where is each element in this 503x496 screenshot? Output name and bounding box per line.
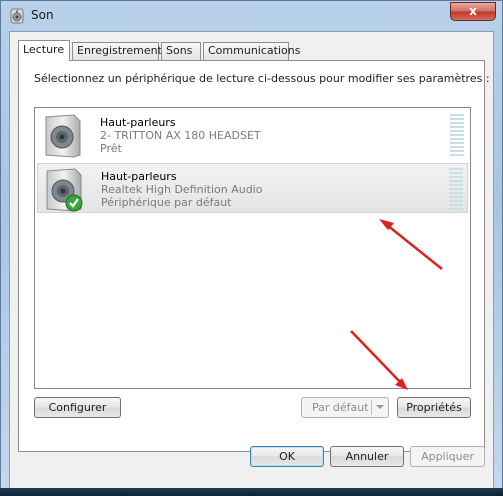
list-item[interactable]: Haut-parleurs 2- TRITTON AX 180 HEADSET … bbox=[37, 110, 468, 160]
close-icon: x bbox=[469, 4, 477, 18]
level-meter bbox=[450, 114, 464, 156]
apply-button: Appliquer bbox=[410, 446, 485, 467]
device-status: Prêt bbox=[100, 142, 122, 155]
device-name: Haut-parleurs bbox=[101, 170, 177, 183]
configure-button[interactable]: Configurer bbox=[34, 397, 121, 418]
set-default-button: Par défaut bbox=[301, 397, 389, 418]
tab-communications[interactable]: Communications bbox=[203, 42, 300, 60]
close-button[interactable]: x bbox=[450, 2, 496, 21]
tab-lecture[interactable]: Lecture bbox=[18, 40, 70, 61]
set-default-label: Par défaut bbox=[312, 401, 369, 414]
window-title: Son bbox=[31, 8, 54, 22]
list-item[interactable]: Haut-parleurs Realtek High Definition Au… bbox=[37, 163, 468, 213]
taskbar bbox=[0, 488, 503, 496]
device-status: Périphérique par défaut bbox=[101, 196, 232, 209]
sound-dialog: Son x Lecture Enregistrement Sons Commun… bbox=[0, 0, 503, 496]
tab-panel-lecture: Sélectionnez un périphérique de lecture … bbox=[18, 60, 490, 452]
tab-sons[interactable]: Sons bbox=[161, 42, 201, 60]
title-bar[interactable]: Son x bbox=[1, 1, 502, 31]
device-description: 2- TRITTON AX 180 HEADSET bbox=[100, 129, 261, 142]
speaker-icon bbox=[10, 8, 24, 24]
level-meter bbox=[449, 168, 463, 210]
ok-button[interactable]: OK bbox=[250, 446, 324, 467]
device-description: Realtek High Definition Audio bbox=[101, 183, 263, 196]
tab-enregistrement[interactable]: Enregistrement bbox=[72, 42, 162, 60]
cancel-button[interactable]: Annuler bbox=[330, 446, 404, 467]
device-list[interactable]: Haut-parleurs 2- TRITTON AX 180 HEADSET … bbox=[34, 107, 471, 389]
properties-button[interactable]: Propriétés bbox=[397, 397, 471, 418]
split-divider bbox=[371, 400, 372, 415]
dialog-body: Lecture Enregistrement Sons Communicatio… bbox=[9, 31, 494, 489]
instruction-text: Sélectionnez un périphérique de lecture … bbox=[34, 72, 490, 85]
speaker-icon bbox=[46, 168, 83, 212]
device-name: Haut-parleurs bbox=[100, 116, 176, 129]
chevron-down-icon bbox=[376, 405, 384, 409]
speaker-icon bbox=[45, 114, 81, 158]
check-icon bbox=[65, 194, 83, 212]
